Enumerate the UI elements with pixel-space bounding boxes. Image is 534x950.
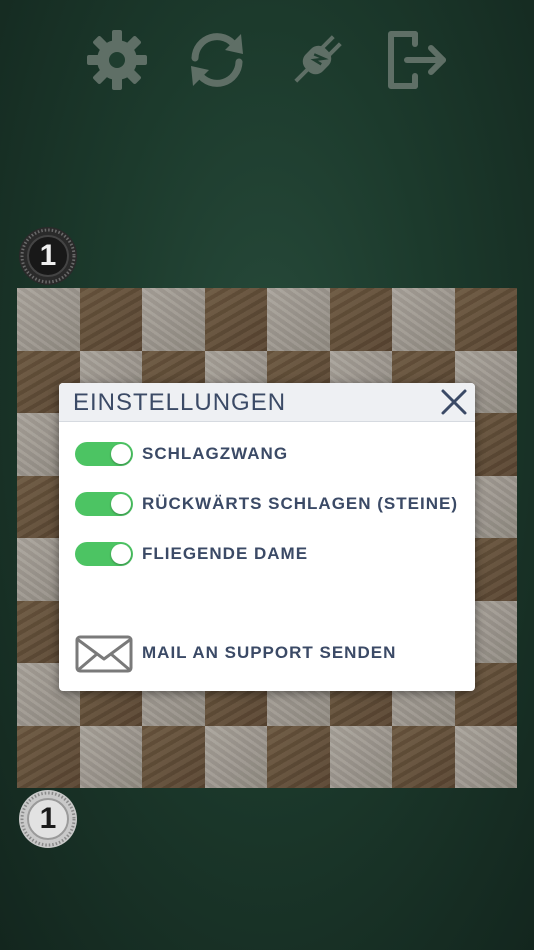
board-square-light[interactable] [17, 288, 80, 351]
mail-support-button[interactable]: MAIL AN SUPPORT SENDEN [75, 633, 465, 673]
board-square-dark[interactable] [329, 288, 392, 351]
backward-capture-label: RÜCKWÄRTS SCHLAGEN (STEINE) [142, 494, 458, 513]
board-square-light[interactable] [267, 288, 330, 351]
board-square-dark[interactable] [392, 725, 455, 788]
board-square-light[interactable] [204, 725, 267, 788]
toggle-knob [111, 544, 131, 564]
plug-icon[interactable] [285, 28, 349, 92]
top-toolbar [0, 28, 534, 92]
board-square-dark[interactable] [142, 725, 205, 788]
board-square-dark[interactable] [454, 288, 517, 351]
gear-icon[interactable] [85, 28, 149, 92]
board-square-light[interactable] [142, 288, 205, 351]
board-square-dark[interactable] [79, 288, 142, 351]
logout-icon[interactable] [385, 28, 449, 92]
toggle-knob [111, 494, 131, 514]
board-square-dark[interactable] [17, 725, 80, 788]
refresh-icon[interactable] [185, 28, 249, 92]
close-icon[interactable] [439, 387, 469, 417]
board-square-light[interactable] [454, 725, 517, 788]
setting-row-flying-king: FLIEGENDE DAME [75, 540, 465, 568]
flying-king-toggle[interactable] [75, 542, 133, 566]
dialog-title: EINSTELLUNGEN [73, 389, 287, 416]
setting-row-backward-capture: RÜCKWÄRTS SCHLAGEN (STEINE) [75, 490, 465, 518]
settings-dialog: EINSTELLUNGEN SCHLAGZWANG RÜCKWÄRTS SCHL… [59, 383, 475, 691]
board-square-dark[interactable] [204, 288, 267, 351]
mail-support-label: MAIL AN SUPPORT SENDEN [142, 643, 397, 662]
backward-capture-toggle[interactable] [75, 492, 133, 516]
top-player-counter: 1 [18, 226, 78, 286]
mail-icon [75, 635, 133, 673]
schlagzwang-toggle[interactable] [75, 442, 133, 466]
board-square-dark[interactable] [267, 725, 330, 788]
flying-king-label: FLIEGENDE DAME [142, 544, 309, 563]
toggle-knob [111, 444, 131, 464]
board-square-light[interactable] [392, 288, 455, 351]
board-square-light[interactable] [79, 725, 142, 788]
top-counter-value: 1 [39, 239, 57, 272]
bottom-counter-value: 1 [39, 802, 57, 835]
dialog-header: EINSTELLUNGEN [59, 383, 475, 422]
bottom-player-counter: 1 [18, 789, 78, 849]
board-square-light[interactable] [329, 725, 392, 788]
setting-row-schlagzwang: SCHLAGZWANG [75, 440, 465, 468]
schlagzwang-label: SCHLAGZWANG [142, 444, 289, 463]
